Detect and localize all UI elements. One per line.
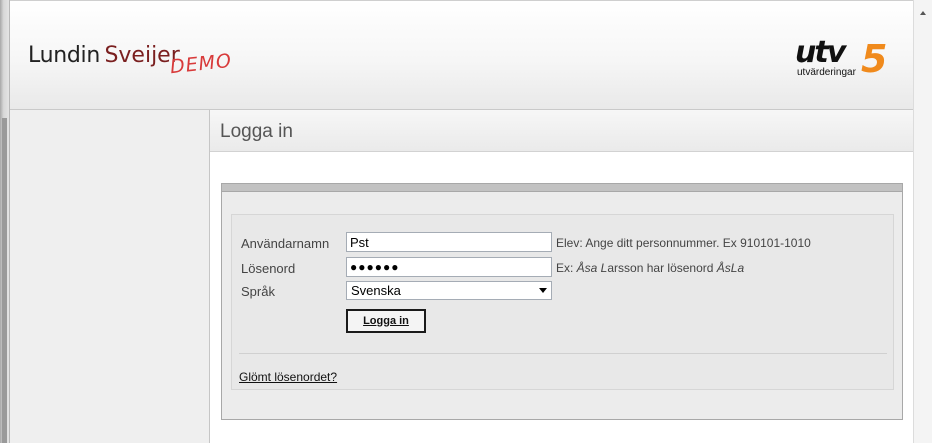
password-hint-name-rest: arsson bbox=[607, 261, 644, 275]
brand-logo: Lundin Sveijer DEMO bbox=[28, 43, 233, 78]
login-panel: Användarnamn Pst Elev: Ange ditt personn… bbox=[221, 183, 903, 420]
password-hint-name-first: Åsa L bbox=[576, 261, 608, 275]
password-hint-prefix: Ex: bbox=[556, 261, 577, 275]
login-panel-header bbox=[222, 184, 902, 192]
password-label: Lösenord bbox=[241, 261, 296, 276]
forgot-password-link[interactable]: Glömt lösenordet? bbox=[239, 370, 337, 384]
left-window-edge bbox=[0, 0, 10, 443]
scroll-up-arrow-icon[interactable] bbox=[920, 11, 926, 15]
username-hint: Elev: Ange ditt personnummer. Ex 910101-… bbox=[556, 236, 811, 250]
username-label: Användarnamn bbox=[241, 236, 330, 251]
utv-logo-text: utv bbox=[795, 35, 846, 70]
password-hint-example: ÅsLa bbox=[716, 261, 745, 275]
divider bbox=[239, 353, 887, 354]
password-hint-mid: har lösenord bbox=[643, 261, 717, 275]
title-bar: Logga in bbox=[210, 110, 913, 152]
brand-name-lundin: Lundin bbox=[28, 43, 100, 68]
username-input[interactable]: Pst bbox=[346, 232, 552, 252]
page-title: Logga in bbox=[220, 121, 293, 142]
utv-logo-subtitle: utvärderingar bbox=[797, 67, 856, 78]
vertical-scrollbar[interactable] bbox=[913, 0, 932, 443]
language-label: Språk bbox=[241, 284, 275, 299]
utv-logo-number: 5 bbox=[861, 37, 888, 81]
language-select-value: Svenska bbox=[351, 283, 401, 298]
login-button[interactable]: Logga in bbox=[346, 309, 426, 333]
language-select[interactable]: Svenska bbox=[346, 281, 552, 300]
sidebar bbox=[10, 110, 210, 443]
utv5-logo: utv 5 utvärderingar bbox=[795, 35, 895, 83]
login-form: Användarnamn Pst Elev: Ange ditt personn… bbox=[231, 214, 894, 390]
header: Lundin Sveijer DEMO utv 5 utvärderingar bbox=[10, 0, 913, 110]
chevron-down-icon bbox=[539, 288, 547, 293]
password-hint: Ex: Åsa Larsson har lösenord ÅsLa bbox=[556, 261, 744, 275]
password-input[interactable]: ●●●●●● bbox=[346, 257, 552, 277]
left-edge-shade bbox=[2, 118, 7, 443]
main-content: Logga in Användarnamn Pst Elev: Ange dit… bbox=[210, 110, 913, 443]
